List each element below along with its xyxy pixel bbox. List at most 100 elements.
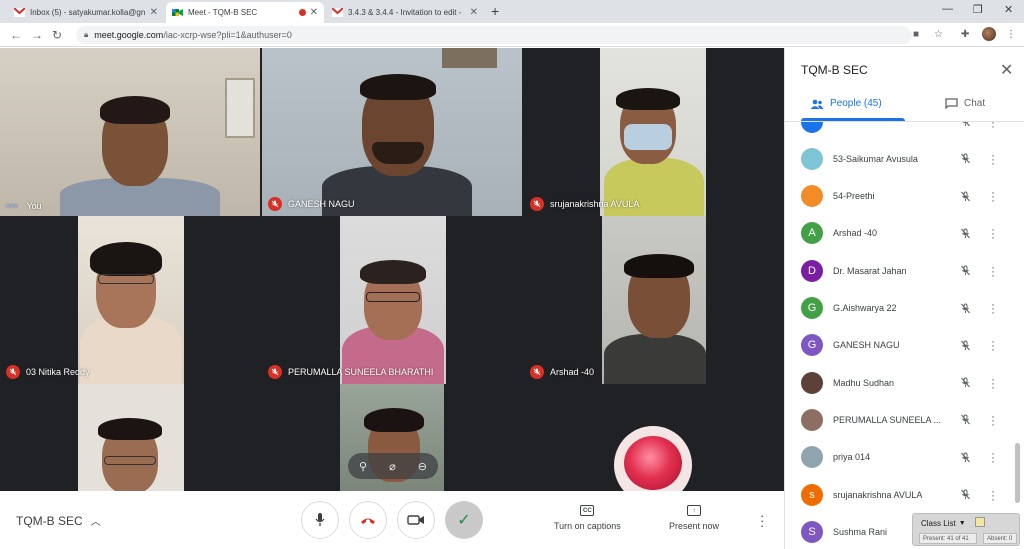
microphone-button[interactable] bbox=[301, 501, 339, 539]
remove-icon[interactable]: ⊖ bbox=[418, 460, 427, 473]
tab-invitation[interactable]: 3.4.3 & 3.4.4 - Invitation to edit - ✕ bbox=[326, 2, 484, 23]
mic-off-icon[interactable] bbox=[959, 227, 971, 239]
mic-off-icon[interactable] bbox=[959, 451, 971, 463]
avatar: G bbox=[801, 334, 823, 357]
mic-off-icon bbox=[6, 365, 20, 379]
forward-icon[interactable]: → bbox=[31, 28, 43, 42]
class-list-title[interactable]: Class List ▼ bbox=[921, 519, 966, 528]
participant-name: Madhu Sudhan bbox=[833, 377, 895, 388]
more-options-icon[interactable]: ··· bbox=[991, 485, 995, 505]
more-options-icon[interactable]: ··· bbox=[991, 149, 995, 169]
meeting-name: TQM-B SEC bbox=[16, 513, 83, 528]
mic-off-icon[interactable] bbox=[959, 265, 971, 277]
participant-row[interactable]: 54-Preethi · · · bbox=[785, 178, 1017, 215]
participant-name: PERUMALLA SUNEELA ... bbox=[833, 414, 942, 425]
participant-row[interactable]: 53-Saikumar Avusula · · · bbox=[785, 140, 1017, 177]
participant-row[interactable]: priya 014 · · · bbox=[785, 439, 1017, 476]
mic-off-icon[interactable] bbox=[959, 302, 971, 314]
profile-avatar[interactable] bbox=[982, 27, 996, 41]
notepad-icon[interactable] bbox=[975, 517, 985, 527]
close-icon[interactable]: ✕ bbox=[1000, 60, 1013, 80]
mic-off-icon[interactable] bbox=[959, 122, 971, 128]
participant-row[interactable]: G GANESH NAGU · · · bbox=[785, 327, 1017, 364]
meeting-details-toggle[interactable]: TQM-B SEC ︿ bbox=[16, 513, 101, 529]
tab-chat-label: Chat bbox=[964, 98, 986, 109]
video-tile[interactable]: PERUMALLA SUNEELA BHARATHI bbox=[262, 216, 524, 384]
mic-off-icon bbox=[268, 365, 282, 379]
mic-off-icon[interactable]: ⌀ bbox=[389, 460, 396, 473]
more-options-icon[interactable]: ··· bbox=[991, 186, 995, 206]
more-options-icon[interactable]: ··· bbox=[991, 373, 995, 393]
participant-row[interactable]: PERUMALLA SUNEELA ... · · · bbox=[785, 401, 1017, 438]
camera-indicator-icon[interactable]: ■ bbox=[913, 29, 919, 40]
class-list-widget[interactable]: Class List ▼ Present: 41 of 41 Absent: 0 bbox=[912, 513, 1020, 546]
more-options-icon[interactable]: ··· bbox=[991, 335, 995, 355]
address-bar[interactable]: 🔒︎ meet.google.com /iac-xcrp-wse?pli=1&a… bbox=[76, 26, 912, 44]
more-options-icon[interactable]: ··· bbox=[991, 447, 995, 467]
more-options-icon[interactable]: ··· bbox=[991, 261, 995, 281]
participant-name: Arshad -40 bbox=[833, 228, 878, 239]
bookmark-star-icon[interactable]: ☆ bbox=[934, 29, 943, 40]
video-tile[interactable]: srujanakrishna AVULA bbox=[524, 48, 784, 216]
camera-icon bbox=[407, 515, 424, 525]
video-tile[interactable]: GANESH NAGU bbox=[262, 48, 522, 216]
close-icon[interactable]: ✕ bbox=[310, 7, 318, 18]
mic-off-icon[interactable] bbox=[959, 414, 971, 426]
avatar bbox=[614, 426, 692, 491]
participant-row[interactable]: Madhu Sudhan · · · bbox=[785, 364, 1017, 401]
participant-row[interactable]: D Dr. Masarat Jahan · · · bbox=[785, 252, 1017, 289]
mic-off-icon[interactable] bbox=[959, 339, 971, 351]
more-options-icon[interactable]: ··· bbox=[991, 122, 995, 132]
video-tile[interactable] bbox=[524, 384, 784, 491]
captions-label: Turn on captions bbox=[554, 521, 621, 531]
participant-row[interactable]: ··· bbox=[785, 122, 1017, 140]
more-options-icon[interactable]: ··· bbox=[991, 223, 995, 243]
video-tile-self[interactable]: ••• You bbox=[0, 48, 260, 216]
video-tile[interactable]: 03 Nitika Reddy bbox=[0, 216, 262, 384]
close-icon[interactable]: ✕ bbox=[150, 7, 158, 18]
more-options-icon[interactable]: ··· bbox=[991, 298, 995, 318]
captions-button[interactable]: CC Turn on captions bbox=[554, 505, 621, 531]
leave-call-button[interactable] bbox=[349, 501, 387, 539]
close-icon[interactable]: ✕ bbox=[470, 7, 478, 18]
mic-off-icon[interactable] bbox=[959, 489, 971, 501]
tab-chat[interactable]: Chat bbox=[945, 98, 985, 109]
window-close-icon[interactable]: ✕ bbox=[1004, 3, 1013, 16]
maximize-icon[interactable]: ❐ bbox=[973, 3, 983, 16]
tile-name-label: srujanakrishna AVULA bbox=[530, 197, 639, 211]
participant-row[interactable]: G G.Aishwarya 22 · · · bbox=[785, 290, 1017, 327]
avatar: s bbox=[801, 483, 823, 506]
participant-row[interactable]: A Arshad -40 · · · bbox=[785, 215, 1017, 252]
tab-title: 3.4.3 & 3.4.4 - Invitation to edit - bbox=[348, 8, 462, 17]
present-now-button[interactable]: ↑ Present now bbox=[669, 505, 719, 531]
scrollbar[interactable] bbox=[1015, 443, 1020, 503]
attendance-extension-button[interactable]: ✓ bbox=[445, 501, 483, 539]
people-icon bbox=[810, 99, 824, 109]
more-options-icon[interactable]: ··· bbox=[760, 509, 764, 532]
video-grid: ••• You GANESH NAGU srujanakrishna AVULA… bbox=[0, 48, 784, 491]
browser-menu-icon[interactable]: ⋮ bbox=[1006, 29, 1016, 40]
tile-hover-controls: ⚲ ⌀ ⊖ bbox=[348, 453, 438, 479]
video-tile[interactable] bbox=[0, 384, 262, 491]
tab-meet[interactable]: Meet - TQM-B SEC ✕ bbox=[166, 2, 324, 23]
camera-button[interactable] bbox=[397, 501, 435, 539]
checkmark-icon: ✓ bbox=[457, 512, 471, 529]
pin-icon[interactable]: ⚲ bbox=[359, 460, 367, 473]
new-tab-button[interactable]: + bbox=[491, 3, 499, 19]
mic-off-icon[interactable] bbox=[959, 153, 971, 165]
reload-icon[interactable]: ↻ bbox=[52, 28, 62, 42]
url-path: /iac-xcrp-wse?pli=1&authuser=0 bbox=[163, 30, 292, 40]
minimize-icon[interactable]: — bbox=[942, 3, 953, 15]
chevron-down-icon: ▼ bbox=[958, 520, 966, 527]
tab-people[interactable]: People (45) bbox=[810, 98, 882, 109]
avatar: D bbox=[801, 259, 823, 282]
extensions-icon[interactable]: ✚ bbox=[961, 29, 969, 40]
tab-inbox[interactable]: Inbox (5) - satyakumar.kolla@gn ✕ bbox=[8, 2, 164, 23]
more-options-icon[interactable]: ··· bbox=[991, 410, 995, 430]
mic-off-icon[interactable] bbox=[959, 190, 971, 202]
video-tile[interactable]: Arshad -40 bbox=[524, 216, 784, 384]
mic-off-icon[interactable] bbox=[959, 377, 971, 389]
participant-name: 53-Saikumar Avusula bbox=[833, 153, 918, 164]
back-icon[interactable]: ← bbox=[10, 28, 22, 42]
participant-row[interactable]: s srujanakrishna AVULA · · · bbox=[785, 476, 1017, 513]
